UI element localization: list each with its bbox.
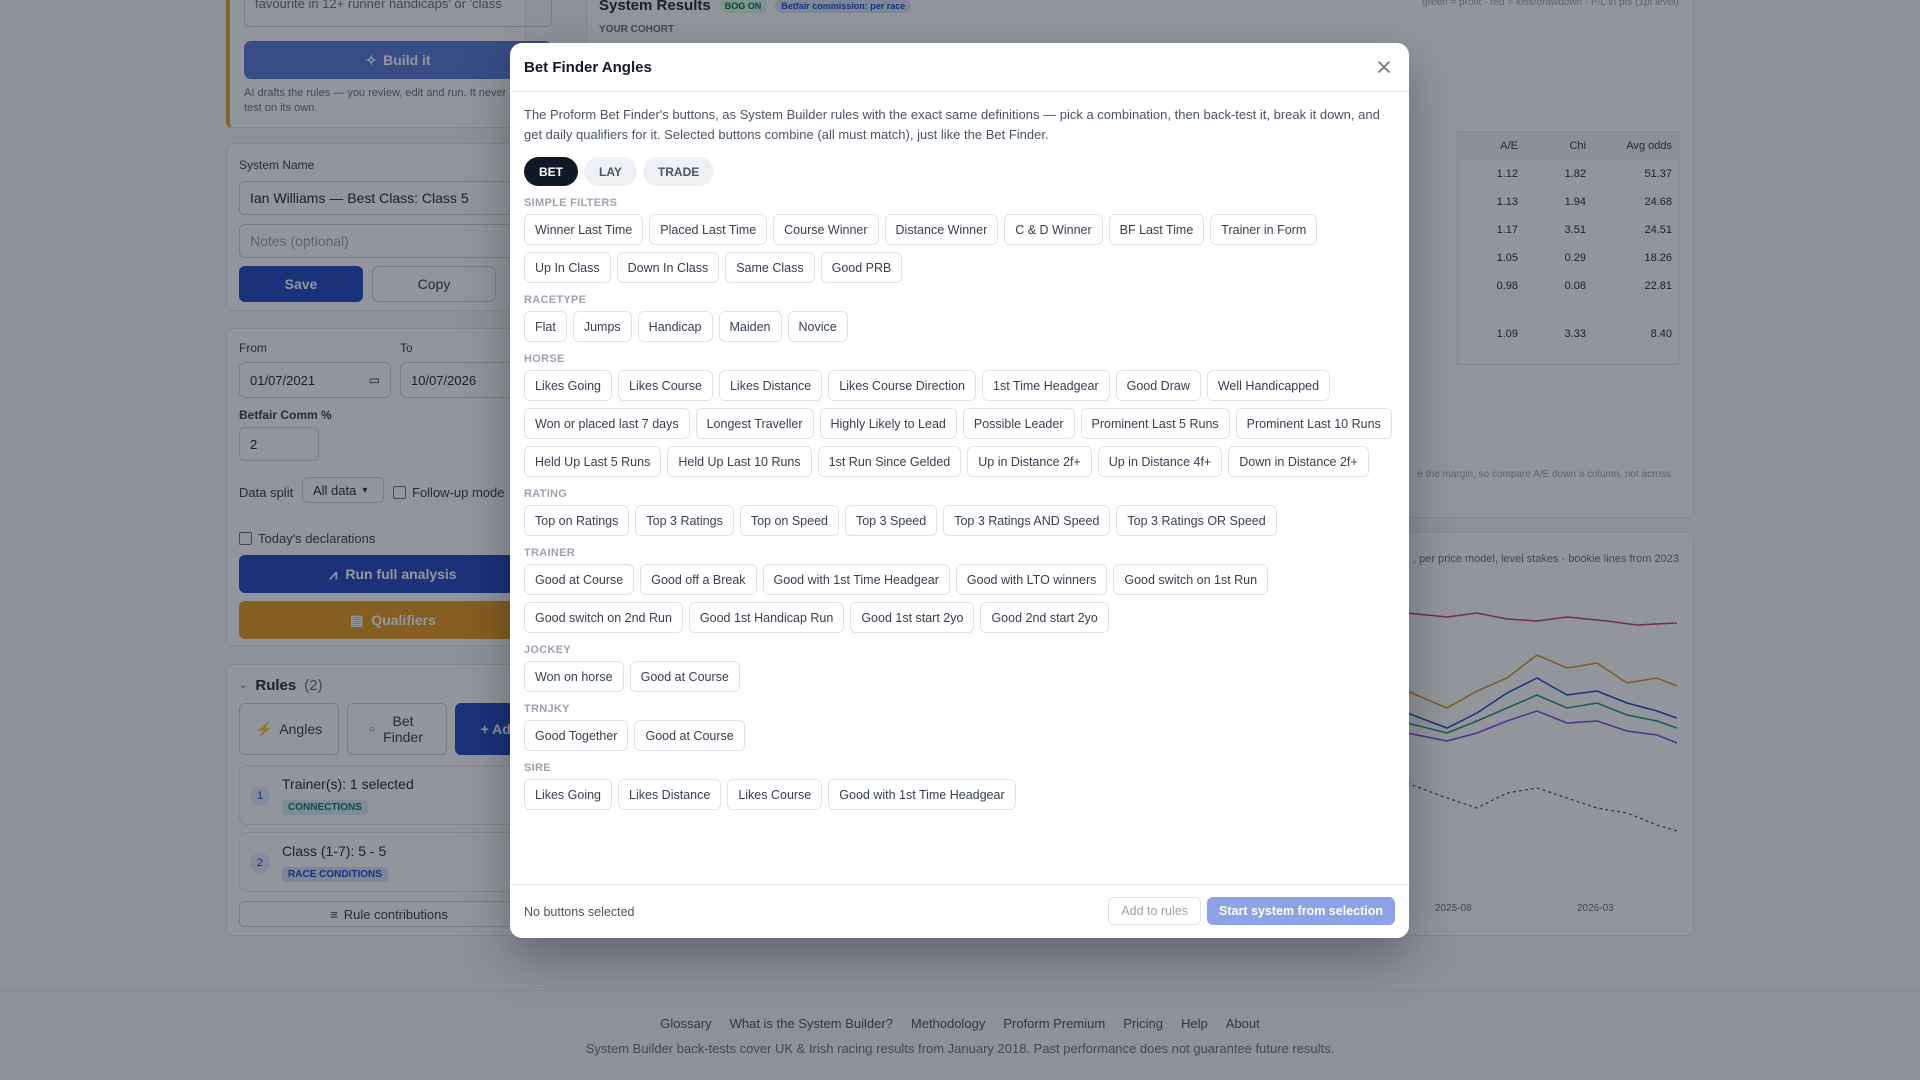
angle-chip[interactable]: Top 3 Speed <box>844 505 938 536</box>
angle-chip[interactable]: Likes Distance <box>718 370 823 401</box>
angle-chip[interactable]: 1st Time Headgear <box>982 370 1110 401</box>
angle-chip[interactable]: Well Handicapped <box>1206 370 1331 401</box>
angle-chip[interactable]: Prominent Last 10 Runs <box>1235 408 1392 439</box>
angle-chip[interactable]: Jumps <box>572 311 632 342</box>
angle-chip[interactable]: Good with 1st Time Headgear <box>828 779 1016 810</box>
chip-group: Winner Last Time Placed Last Time Course W… <box>524 214 1404 283</box>
selection-status: No buttons selected <box>524 904 635 919</box>
modal-intro: The Proform Bet Finder's buttons, as Sys… <box>524 107 1380 142</box>
chip-group: Good Together Good at Course <box>524 720 1404 751</box>
angle-chip[interactable]: Trainer in Form <box>1210 214 1318 245</box>
angle-chip[interactable]: Up in Distance 4f+ <box>1097 446 1223 477</box>
angle-chip[interactable]: Down In Class <box>616 252 720 283</box>
angle-chip[interactable]: Highly Likely to Lead <box>819 408 957 439</box>
add-to-rules-button[interactable]: Add to rules <box>1108 897 1201 925</box>
modal-body: The Proform Bet Finder's buttons, as Sys… <box>510 92 1409 810</box>
angle-chip[interactable]: Prominent Last 5 Runs <box>1080 408 1230 439</box>
angle-chip[interactable]: Top 3 Ratings AND Speed <box>943 505 1111 536</box>
angle-chip[interactable]: C & D Winner <box>1004 214 1103 245</box>
angle-chip[interactable]: BF Last Time <box>1108 214 1205 245</box>
angle-chip[interactable]: Good 2nd start 2yo <box>980 602 1109 633</box>
modal-title: Bet Finder Angles <box>524 58 652 76</box>
angle-chip[interactable]: Good at Course <box>634 720 745 751</box>
angle-chip[interactable]: Likes Going <box>524 779 613 810</box>
angle-chip[interactable]: Likes Course <box>727 779 823 810</box>
bet-finder-angles-modal: Bet Finder Angles The Proform Bet Finder… <box>510 43 1409 938</box>
section-title: Horse <box>524 353 565 365</box>
chip-group: Top on Ratings Top 3 Ratings Top on Speed T… <box>524 505 1404 536</box>
angle-chip[interactable]: Held Up Last 10 Runs <box>667 446 812 477</box>
angle-chip[interactable]: 1st Run Since Gelded <box>817 446 962 477</box>
angle-chip[interactable]: Good with LTO winners <box>955 564 1108 595</box>
chip-group: Good at Course Good off a Break Good with … <box>524 564 1404 633</box>
angle-chip[interactable]: Up in Distance 2f+ <box>967 446 1092 477</box>
modal-footer: No buttons selected Add to rules Start s… <box>510 884 1409 938</box>
chip-group: Likes Going Likes Distance Likes Course Goo… <box>524 779 1404 810</box>
section-title: Racetype <box>524 294 587 306</box>
angle-chip[interactable]: Top 3 Ratings <box>635 505 734 536</box>
angle-chip[interactable]: Likes Course Direction <box>828 370 977 401</box>
modal-header: Bet Finder Angles <box>510 43 1409 92</box>
mode-tab-lay[interactable]: LAY <box>584 157 637 186</box>
chip-group: Flat Jumps Handicap Maiden Novice <box>524 311 1404 342</box>
angle-chip[interactable]: Likes Going <box>524 370 613 401</box>
angle-chip[interactable]: Won or placed last 7 days <box>524 408 690 439</box>
angle-chip[interactable]: Good 1st Handicap Run <box>688 602 845 633</box>
angle-chip[interactable]: Possible Leader <box>962 408 1075 439</box>
angle-chip[interactable]: Flat <box>524 311 567 342</box>
close-button[interactable] <box>1371 54 1397 80</box>
section-title: Simple Filters <box>524 197 618 209</box>
angle-chip[interactable]: Good off a Break <box>640 564 757 595</box>
section-title: Sire <box>524 762 551 774</box>
mode-tab-trade[interactable]: TRADE <box>642 157 715 186</box>
angle-chip[interactable]: Good Draw <box>1115 370 1201 401</box>
angle-chip[interactable]: Good switch on 1st Run <box>1113 564 1269 595</box>
angle-chip[interactable]: Up In Class <box>524 252 611 283</box>
angle-chip[interactable]: Longest Traveller <box>695 408 814 439</box>
angle-chip[interactable]: Likes Course <box>618 370 713 401</box>
angle-chip[interactable]: Down in Distance 2f+ <box>1228 446 1369 477</box>
start-system-button[interactable]: Start system from selection <box>1207 897 1395 925</box>
angle-sections: Simple Filters Winner Last Time Placed Las… <box>524 197 1395 810</box>
angle-chip[interactable]: Course Winner <box>773 214 879 245</box>
section-title: Rating <box>524 488 568 500</box>
angle-chip[interactable]: Top on Speed <box>739 505 839 536</box>
chip-group: Won on horse Good at Course <box>524 661 1404 692</box>
mode-tabs: BET LAY TRADE <box>524 157 1395 186</box>
section-title: Jockey <box>524 644 572 656</box>
angle-chip[interactable]: Distance Winner <box>884 214 999 245</box>
angle-chip[interactable]: Good switch on 2nd Run <box>524 602 683 633</box>
chip-group: Likes Going Likes Course Likes Distance Lik… <box>524 370 1404 477</box>
section-title: Trnjky <box>524 703 570 715</box>
angle-chip[interactable]: Good PRB <box>820 252 903 283</box>
angle-chip[interactable]: Winner Last Time <box>524 214 644 245</box>
angle-chip[interactable]: Same Class <box>725 252 815 283</box>
angle-chip[interactable]: Good at Course <box>524 564 635 595</box>
angle-chip[interactable]: Placed Last Time <box>649 214 768 245</box>
angle-chip[interactable]: Maiden <box>718 311 782 342</box>
angle-chip[interactable]: Good at Course <box>629 661 740 692</box>
angle-chip[interactable]: Novice <box>787 311 848 342</box>
angle-chip[interactable]: Good Together <box>524 720 629 751</box>
angle-chip[interactable]: Top 3 Ratings OR Speed <box>1116 505 1277 536</box>
angle-chip[interactable]: Good with 1st Time Headgear <box>762 564 950 595</box>
close-icon <box>1378 61 1390 73</box>
angle-chip[interactable]: Likes Distance <box>618 779 722 810</box>
section-title: Trainer <box>524 547 575 559</box>
angle-chip[interactable]: Good 1st start 2yo <box>850 602 975 633</box>
angle-chip[interactable]: Won on horse <box>524 661 624 692</box>
mode-tab-bet[interactable]: BET <box>524 157 578 186</box>
angle-chip[interactable]: Handicap <box>637 311 713 342</box>
angle-chip[interactable]: Top on Ratings <box>524 505 630 536</box>
angle-chip[interactable]: Held Up Last 5 Runs <box>524 446 662 477</box>
